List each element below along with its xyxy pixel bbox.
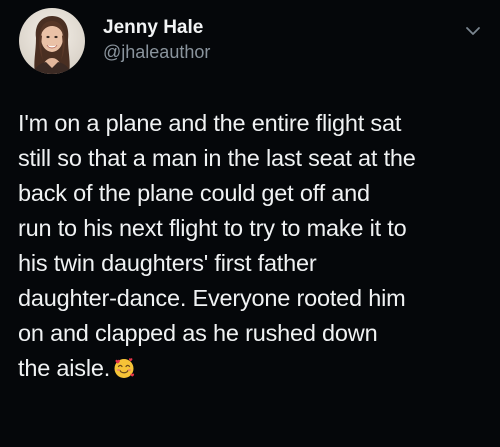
smiling-face-with-hearts-icon [113,354,135,378]
tweet-text-line: run to his next flight to try to make it… [18,215,407,241]
tweet-text-line: still so that a man in the last seat at … [18,145,416,171]
tweet-header: Jenny Hale @jhaleauthor [19,8,481,74]
tweet-text-line: on and clapped as he rushed down [18,320,378,346]
tweet-text-line: back of the plane could get off and [18,180,370,206]
avatar[interactable] [19,8,85,74]
tweet-text-line: I'm on a plane and the entire flight sat [18,110,402,136]
tweet-text-line: daughter-dance. Everyone rooted him [18,285,406,311]
tweet-text-line: his twin daughters' first father [18,250,317,276]
author-handle[interactable]: @jhaleauthor [103,42,210,63]
tweet-text-line: the aisle. [18,355,111,381]
author-name[interactable]: Jenny Hale [103,17,203,39]
tweet-card: Jenny Hale @jhaleauthor I'm on a plane a… [0,0,500,447]
tweet-text-last-line: the aisle. [18,351,488,386]
chevron-down-icon[interactable] [465,24,481,36]
tweet-text: I'm on a plane and the entire flight sat… [18,106,488,386]
